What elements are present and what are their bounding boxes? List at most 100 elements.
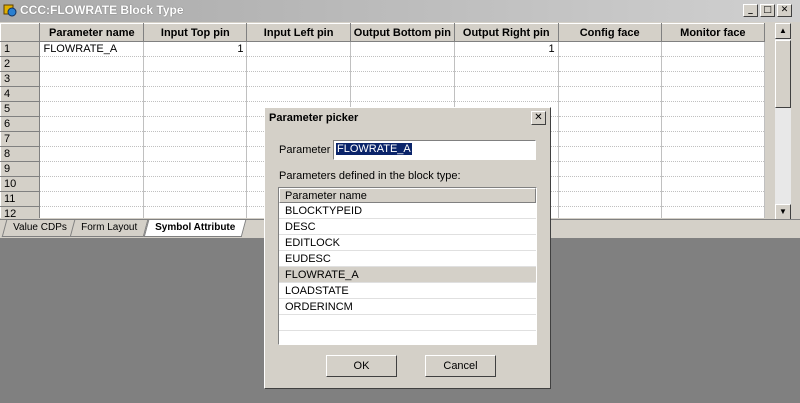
list-item[interactable]: LOADSTATE: [279, 283, 536, 299]
grid-cell[interactable]: [558, 101, 662, 117]
scroll-down-icon[interactable]: ▼: [775, 204, 791, 220]
grid-cell[interactable]: [661, 161, 765, 177]
grid-cell[interactable]: [143, 71, 248, 87]
grid-cell[interactable]: [558, 41, 662, 57]
column-header[interactable]: Input Left pin: [246, 23, 351, 42]
grid-cell[interactable]: [350, 56, 455, 72]
grid-cell[interactable]: [246, 71, 351, 87]
row-number[interactable]: 9: [0, 161, 41, 177]
row-number[interactable]: 2: [0, 56, 41, 72]
list-item[interactable]: EDITLOCK: [279, 235, 536, 251]
row-number[interactable]: 12: [0, 206, 41, 218]
grid-cell[interactable]: [143, 191, 248, 207]
row-number[interactable]: 6: [0, 116, 41, 132]
row-number[interactable]: 3: [0, 71, 41, 87]
close-button[interactable]: ✕: [777, 4, 792, 17]
row-number[interactable]: 11: [0, 191, 41, 207]
grid-cell[interactable]: [661, 176, 765, 192]
grid-cell[interactable]: [558, 116, 662, 132]
row-number[interactable]: 5: [0, 101, 41, 117]
grid-cell[interactable]: [39, 191, 145, 207]
column-header[interactable]: Monitor face: [660, 23, 765, 42]
row-number[interactable]: 4: [0, 86, 41, 102]
grid-cell[interactable]: FLOWRATE_A: [39, 41, 145, 57]
cancel-button[interactable]: Cancel: [425, 355, 496, 377]
grid-cell[interactable]: [350, 71, 455, 87]
tab-value-cdps[interactable]: Value CDPs: [1, 220, 79, 237]
grid-cell[interactable]: [39, 101, 145, 117]
grid-cell[interactable]: [661, 116, 765, 132]
grid-cell[interactable]: [39, 71, 145, 87]
dialog-close-button[interactable]: ✕: [531, 111, 546, 125]
grid-cell[interactable]: [143, 131, 248, 147]
column-header[interactable]: Input Top pin: [143, 23, 248, 42]
grid-cell[interactable]: [558, 71, 662, 87]
row-number[interactable]: 1: [0, 41, 41, 57]
grid-cell[interactable]: [39, 56, 145, 72]
grid-cell[interactable]: [350, 41, 455, 57]
grid-cell[interactable]: [39, 161, 145, 177]
grid-cell[interactable]: [246, 41, 351, 57]
scroll-thumb[interactable]: [775, 40, 791, 108]
grid-cell[interactable]: [39, 176, 145, 192]
grid-cell[interactable]: [39, 206, 145, 218]
column-header[interactable]: Output Right pin: [453, 23, 559, 42]
grid-cell[interactable]: [661, 146, 765, 162]
list-item[interactable]: DESC: [279, 219, 536, 235]
list-item[interactable]: FLOWRATE_A: [279, 267, 536, 283]
tab-form-layout[interactable]: Form Layout: [69, 220, 149, 237]
minimize-button[interactable]: _: [743, 4, 758, 17]
grid-cell[interactable]: [143, 161, 248, 177]
grid-cell[interactable]: [454, 86, 559, 102]
grid-cell[interactable]: [558, 206, 662, 218]
grid-cell[interactable]: [246, 86, 351, 102]
grid-cell[interactable]: [143, 146, 248, 162]
column-header[interactable]: Config face: [557, 23, 662, 42]
grid-cell[interactable]: [558, 56, 662, 72]
grid-cell[interactable]: [39, 131, 145, 147]
list-item[interactable]: BLOCKTYPEID: [279, 203, 536, 219]
grid-cell[interactable]: [661, 56, 765, 72]
row-number[interactable]: 8: [0, 146, 41, 162]
column-header[interactable]: Output Bottom pin: [349, 23, 455, 42]
row-number[interactable]: 10: [0, 176, 41, 192]
row-number[interactable]: 7: [0, 131, 41, 147]
list-item-empty[interactable]: [279, 315, 536, 331]
grid-cell[interactable]: [661, 41, 765, 57]
grid-cell[interactable]: [39, 116, 145, 132]
list-column-header[interactable]: Parameter name: [279, 188, 536, 203]
maximize-button[interactable]: □: [760, 4, 775, 17]
list-item[interactable]: EUDESC: [279, 251, 536, 267]
grid-cell[interactable]: [39, 146, 145, 162]
vertical-scrollbar[interactable]: ▲ ▼: [775, 23, 791, 220]
grid-cell[interactable]: [661, 86, 765, 102]
grid-cell[interactable]: [558, 86, 662, 102]
grid-cell[interactable]: [661, 71, 765, 87]
parameter-input[interactable]: FLOWRATE_A: [333, 140, 536, 160]
tab-symbol-attribute[interactable]: Symbol Attribute: [143, 220, 247, 237]
parameter-list[interactable]: Parameter name BLOCKTYPEID DESC EDITLOCK EU…: [278, 187, 537, 345]
grid-cell[interactable]: [143, 116, 248, 132]
grid-cell[interactable]: [454, 56, 559, 72]
column-header[interactable]: Parameter name: [39, 23, 145, 42]
grid-cell[interactable]: [143, 56, 248, 72]
grid-cell[interactable]: [143, 86, 248, 102]
grid-cell[interactable]: [661, 206, 765, 218]
grid-cell[interactable]: [558, 131, 662, 147]
grid-cell[interactable]: [143, 176, 248, 192]
grid-cell[interactable]: [454, 71, 559, 87]
grid-cell[interactable]: [661, 101, 765, 117]
grid-cell[interactable]: 1: [454, 41, 559, 57]
list-item[interactable]: ORDERINCM: [279, 299, 536, 315]
grid-cell[interactable]: [661, 131, 765, 147]
grid-cell[interactable]: 1: [143, 41, 248, 57]
grid-cell[interactable]: [558, 161, 662, 177]
grid-cell[interactable]: [661, 191, 765, 207]
grid-cell[interactable]: [350, 86, 455, 102]
grid-cell[interactable]: [39, 86, 145, 102]
grid-cell[interactable]: [558, 146, 662, 162]
scroll-up-icon[interactable]: ▲: [775, 23, 791, 39]
grid-cell[interactable]: [558, 176, 662, 192]
grid-cell[interactable]: [143, 206, 248, 218]
grid-cell[interactable]: [558, 191, 662, 207]
